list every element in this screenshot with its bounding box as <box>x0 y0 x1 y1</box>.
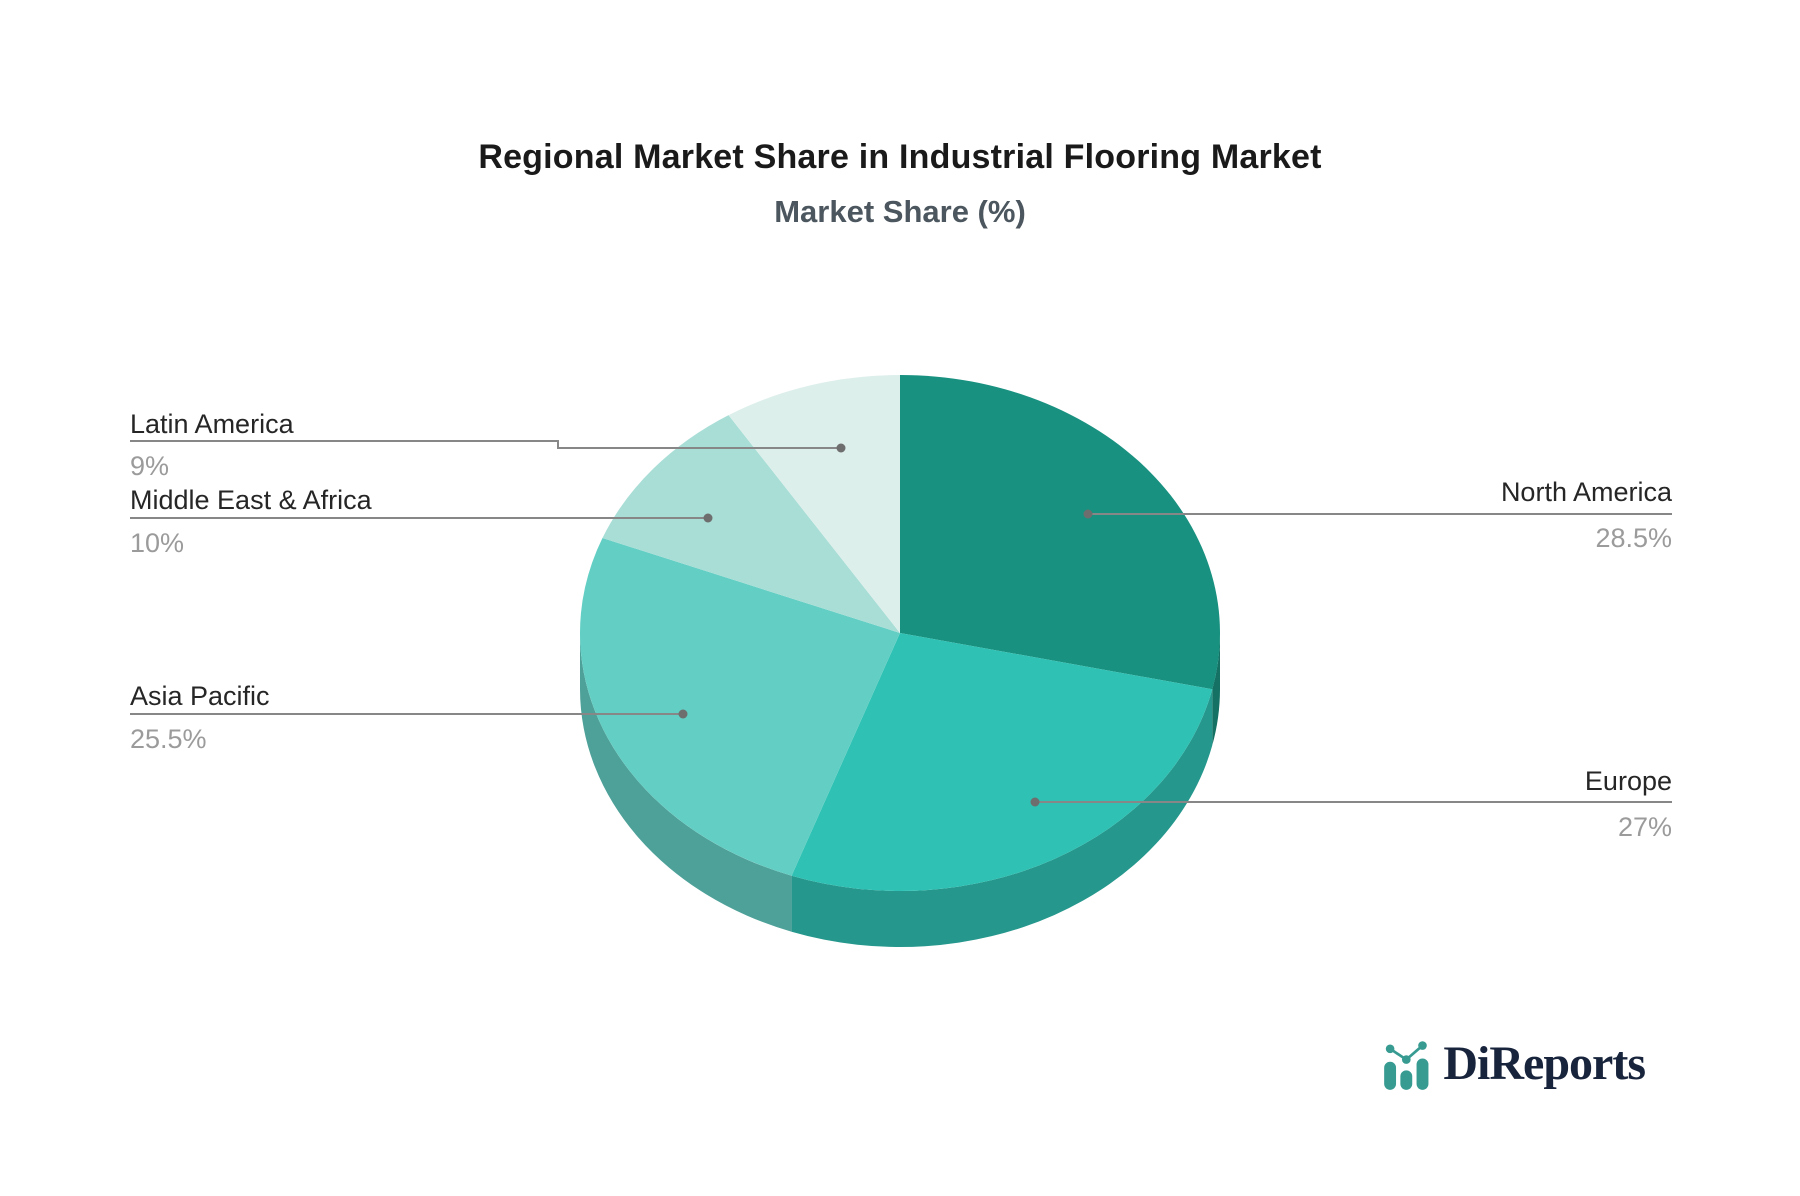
slice-value-middle-east-africa: 10% <box>130 528 185 558</box>
bar-chart-icon <box>1384 1041 1429 1090</box>
leader-dot-asia-pacific <box>678 709 688 719</box>
slice-label-europe: Europe <box>1584 766 1672 796</box>
brand-logo: DiReports <box>1384 1030 1646 1092</box>
leader-dot-north-america <box>1083 509 1093 519</box>
slice-value-europe: 27% <box>1617 812 1672 842</box>
leader-dot-middle-east-africa <box>703 513 713 523</box>
slice-label-latin-america: Latin America <box>130 409 294 439</box>
pie-chart <box>130 375 1672 948</box>
leader-dot-europe <box>1030 797 1040 807</box>
slice-label-middle-east-africa: Middle East & Africa <box>130 485 372 515</box>
brand-logo-text: DiReports <box>1443 1037 1646 1090</box>
chart-canvas: Regional Market Share in Industrial Floo… <box>0 0 1800 1196</box>
slice-value-north-america: 28.5% <box>1595 523 1672 553</box>
slice-label-asia-pacific: Asia Pacific <box>130 681 270 711</box>
slice-label-north-america: North America <box>1500 477 1672 507</box>
slice-value-latin-america: 9% <box>130 451 170 481</box>
slice-value-asia-pacific: 25.5% <box>130 724 207 754</box>
leader-dot-latin-america <box>836 443 846 453</box>
